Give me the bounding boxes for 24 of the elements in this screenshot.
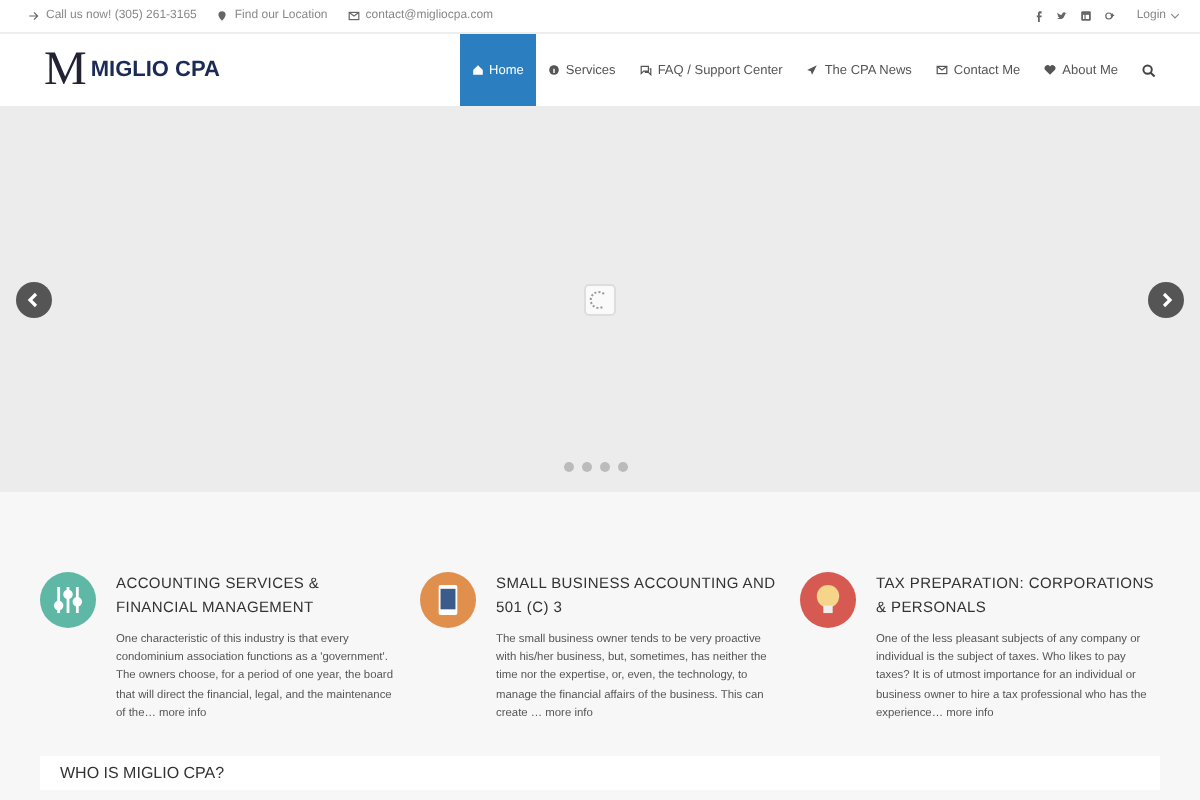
caret-icon — [1170, 12, 1180, 20]
twitter-icon[interactable] — [1056, 10, 1069, 22]
chat-bubbles-icon — [639, 64, 652, 76]
logo-text[interactable]: MIGLIO CPA — [90, 58, 220, 82]
slide-dot[interactable] — [582, 462, 592, 472]
mail-icon — [347, 10, 360, 22]
logo-letter[interactable]: M — [44, 43, 87, 97]
linkedin-icon[interactable] — [1080, 10, 1093, 22]
about-heading: WHO IS MIGLIO CPA? — [60, 764, 227, 783]
home-icon — [471, 64, 484, 76]
loading-icon — [584, 283, 616, 315]
previous-slide-button[interactable] — [16, 281, 52, 317]
info-icon — [547, 64, 560, 76]
slide-dot[interactable] — [564, 462, 574, 472]
paper-plane-icon — [806, 64, 819, 76]
envelope-icon — [935, 64, 948, 76]
heart-icon — [1044, 64, 1057, 76]
facebook-icon[interactable] — [1032, 10, 1045, 22]
search-icon[interactable] — [1142, 63, 1156, 77]
pin-icon — [216, 10, 229, 22]
slide-dot[interactable] — [600, 462, 610, 472]
arrow-icon — [28, 10, 40, 22]
slide-dot[interactable] — [618, 462, 628, 472]
next-slide-button[interactable] — [1148, 281, 1184, 317]
